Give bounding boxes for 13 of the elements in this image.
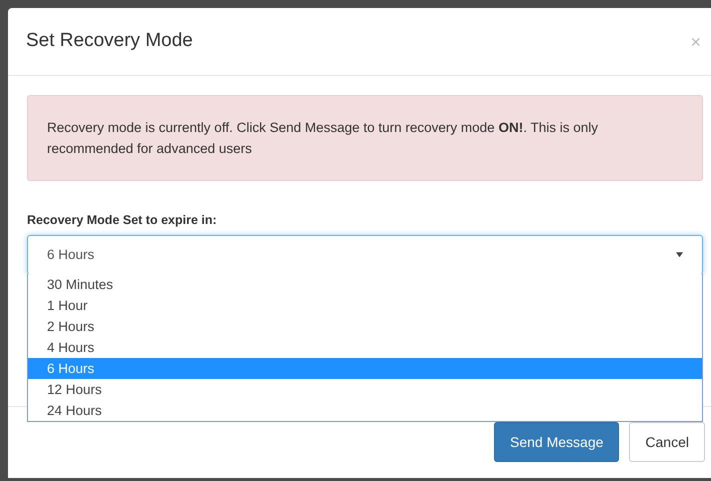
select-value: 6 Hours <box>47 246 94 264</box>
send-message-button[interactable]: Send Message <box>494 422 620 462</box>
dropdown-option[interactable]: 24 Hours <box>28 400 702 421</box>
field-label: Recovery Mode Set to expire in: <box>27 212 218 229</box>
dropdown-option[interactable]: 12 Hours <box>28 379 702 400</box>
alert-message: Recovery mode is currently off. Click Send Message to turn recovery mode ON!. This is only recommended for advanced users <box>47 119 599 158</box>
dropdown-option[interactable]: 2 Hours <box>28 316 702 337</box>
dropdown-option[interactable]: 30 Minutes <box>28 274 702 295</box>
dropdown-option[interactable]: 1 Hour <box>28 295 702 316</box>
dropdown-option[interactable]: 4 Hours <box>28 337 702 358</box>
caret-icon <box>676 252 683 258</box>
modal-title: Set Recovery Mode <box>26 29 193 54</box>
cancel-button[interactable]: Cancel <box>629 422 705 462</box>
